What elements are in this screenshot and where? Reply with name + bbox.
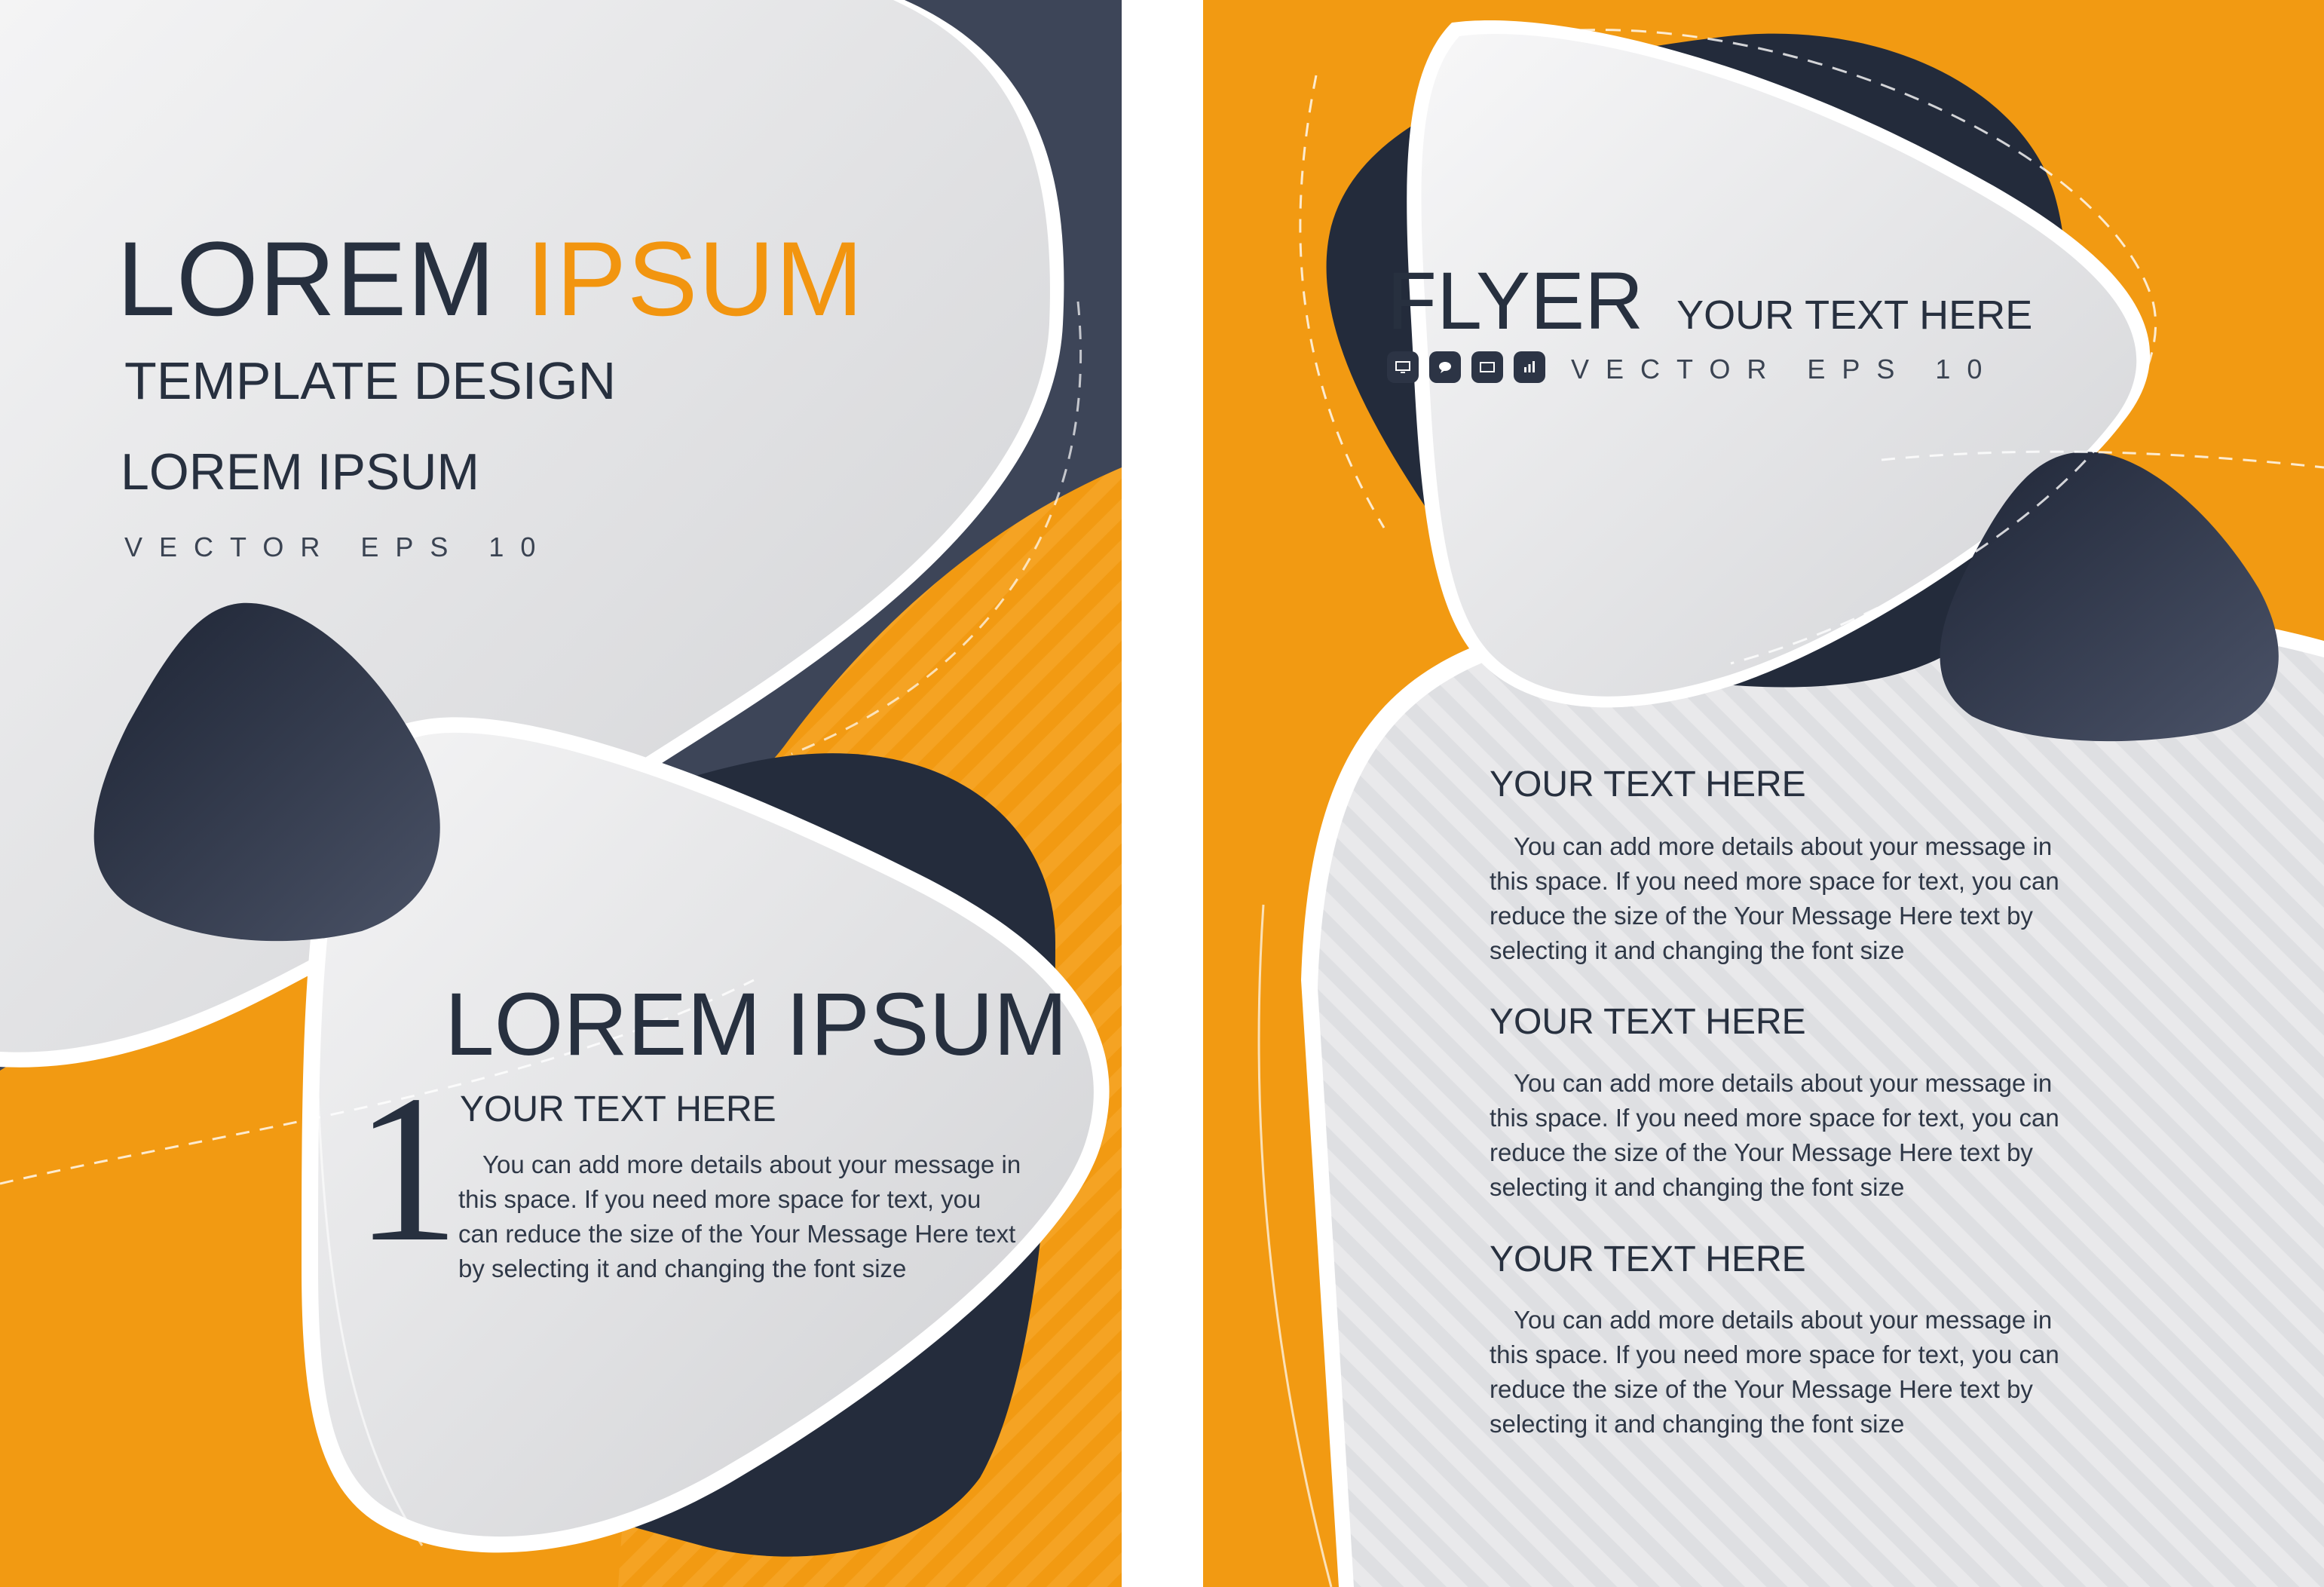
right-title-row: FLYER YOUR TEXT HERE <box>1387 260 2032 342</box>
left-section-title: LOREM IPSUM <box>445 975 1068 1074</box>
left-subtitle-2: LOREM IPSUM <box>121 443 480 501</box>
left-section-heading: YOUR TEXT HERE <box>460 1089 776 1129</box>
block-2-body-text: You can add more details about your mess… <box>1490 1069 2059 1201</box>
left-vector-label: VECTOR EPS 10 <box>124 532 553 562</box>
screen-icon <box>1471 351 1503 383</box>
left-flyer: LOREM IPSUM TEMPLATE DESIGN LOREM IPSUM … <box>0 0 1122 1587</box>
left-title: LOREM IPSUM <box>117 226 864 332</box>
block-2-heading: YOUR TEXT HERE <box>1490 1002 1806 1042</box>
block-1-body-text: You can add more details about your mess… <box>1490 832 2059 964</box>
left-title-word2: IPSUM <box>525 219 865 338</box>
left-section-body: You can add more details about your mess… <box>458 1147 1022 1286</box>
right-icon-row <box>1387 351 1545 383</box>
monitor-icon <box>1387 351 1419 383</box>
block-3-body: You can add more details about your mess… <box>1490 1303 2097 1441</box>
bar-chart-icon <box>1514 351 1545 383</box>
right-flyer: FLYER YOUR TEXT HERE VECTOR EPS 10 YOUR … <box>1203 0 2324 1587</box>
block-2-body: You can add more details about your mess… <box>1490 1066 2097 1205</box>
block-1-heading: YOUR TEXT HERE <box>1490 764 1806 804</box>
left-title-word1: LOREM <box>117 219 496 338</box>
block-3-heading: YOUR TEXT HERE <box>1490 1239 1806 1279</box>
section-number: 1 <box>354 1051 460 1285</box>
left-section-body-text: You can add more details about your mess… <box>458 1150 1021 1282</box>
right-vector-label: VECTOR EPS 10 <box>1571 354 1999 384</box>
block-1-body: You can add more details about your mess… <box>1490 829 2097 968</box>
right-title-tagline: YOUR TEXT HERE <box>1676 293 2033 338</box>
right-title: FLYER <box>1387 255 1644 346</box>
block-3-body-text: You can add more details about your mess… <box>1490 1306 2059 1438</box>
left-subtitle: TEMPLATE DESIGN <box>124 351 617 410</box>
chat-bubble-icon <box>1429 351 1461 383</box>
